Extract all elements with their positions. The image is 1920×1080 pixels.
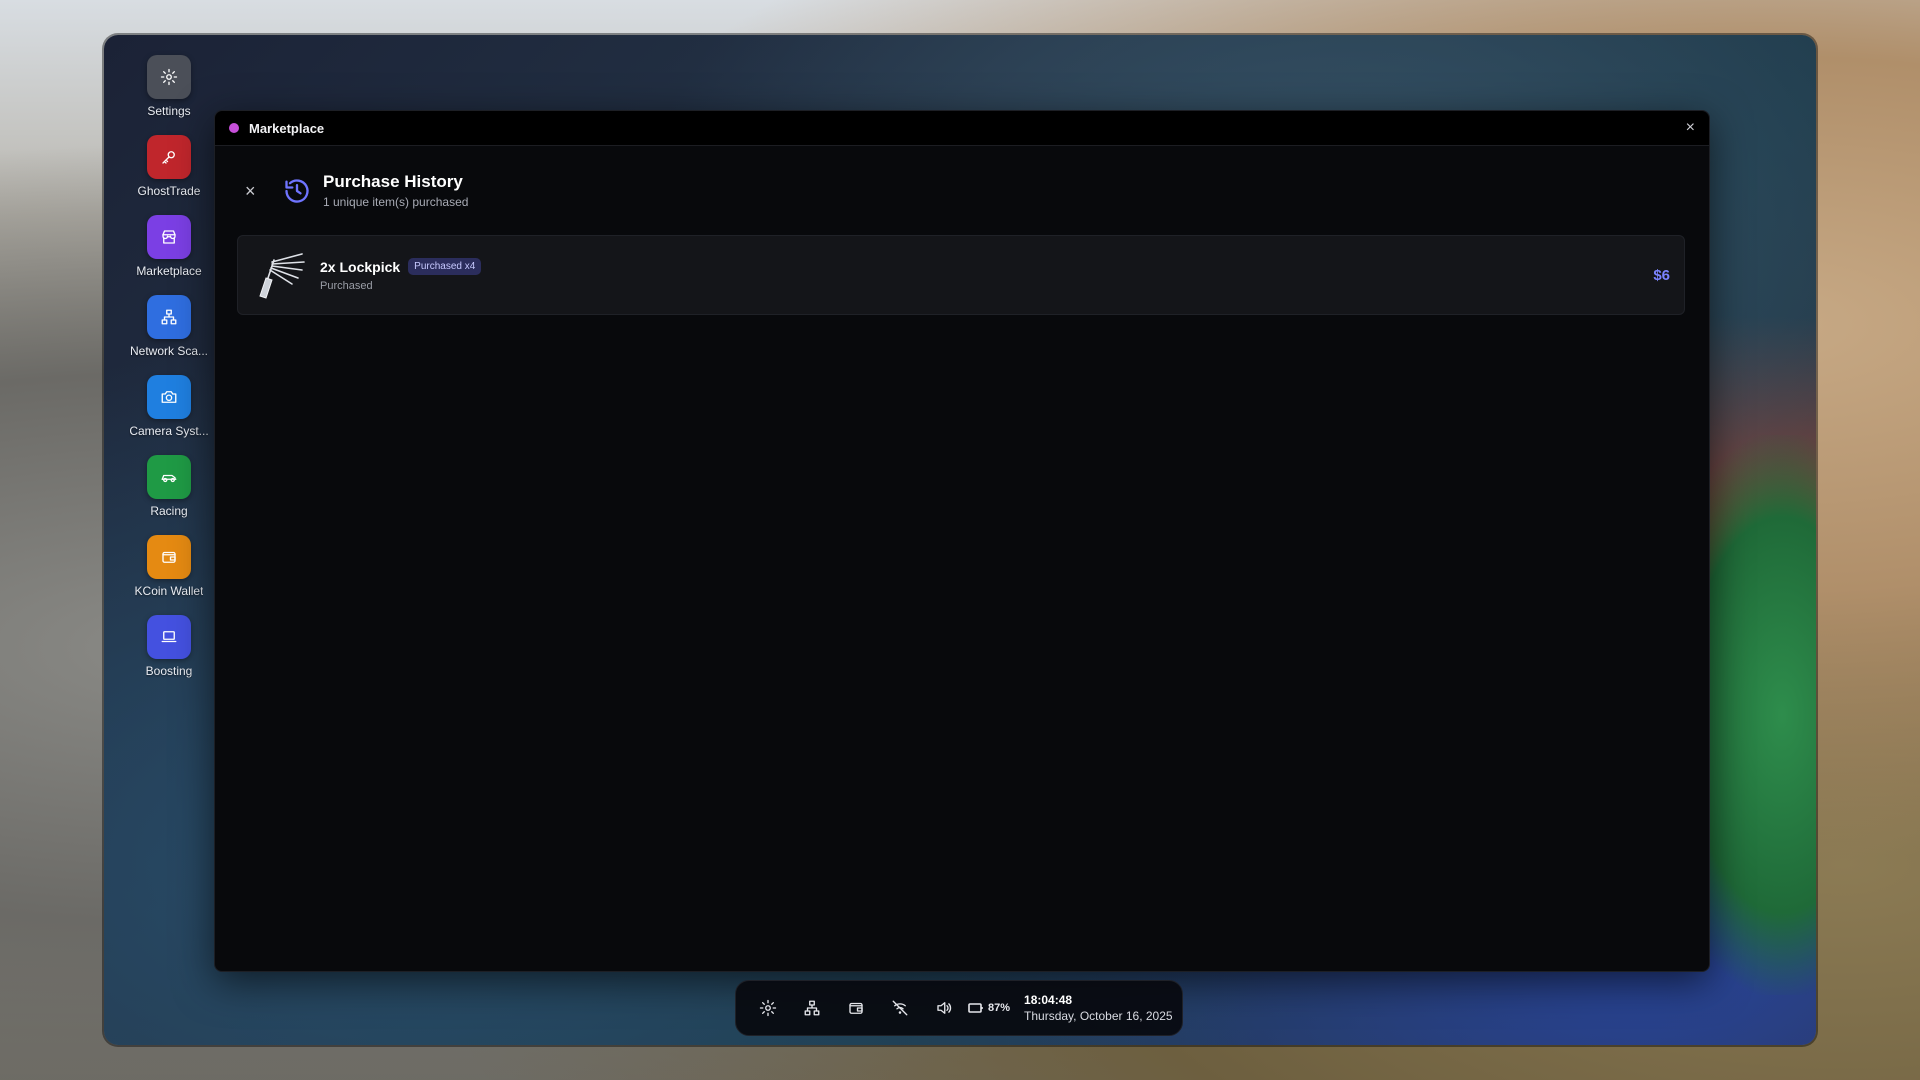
app-settings[interactable]: Settings: [114, 55, 224, 135]
item-price: $6: [1653, 266, 1670, 284]
wallet-icon[interactable]: [846, 998, 866, 1018]
laptop-icon: [147, 615, 191, 659]
battery-indicator: 87%: [968, 1002, 1010, 1014]
app-network-scanner[interactable]: Network Sca...: [114, 295, 224, 375]
wifi-off-icon[interactable]: [890, 998, 910, 1018]
app-kcoin-wallet[interactable]: KCoin Wallet: [114, 535, 224, 615]
app-label: Camera Syst...: [129, 424, 209, 438]
app-ghosttrade[interactable]: GhostTrade: [114, 135, 224, 215]
gear-icon: [147, 55, 191, 99]
window-close-button[interactable]: ×: [1686, 120, 1695, 136]
app-label: Marketplace: [136, 264, 202, 278]
volume-icon[interactable]: [934, 998, 954, 1018]
app-marketplace[interactable]: Marketplace: [114, 215, 224, 295]
taskbar: 87% 18:04:48 Thursday, October 16, 2025: [735, 980, 1183, 1036]
item-status: Purchased: [320, 280, 373, 292]
wallet-icon: [147, 535, 191, 579]
network-icon: [147, 295, 191, 339]
app-label: KCoin Wallet: [134, 584, 204, 598]
purchase-history-header: × Purchase History 1 unique item(s) purc…: [215, 146, 1709, 209]
app-label: GhostTrade: [137, 184, 201, 198]
history-icon: [283, 177, 311, 205]
window-titlebar: Marketplace ×: [215, 111, 1709, 146]
camera-icon: [147, 375, 191, 419]
clock: 18:04:48 Thursday, October 16, 2025: [1024, 993, 1173, 1023]
history-close-button[interactable]: ×: [245, 182, 265, 200]
network-icon[interactable]: [802, 998, 822, 1018]
gear-icon[interactable]: [758, 998, 778, 1018]
app-label: Settings: [147, 104, 191, 118]
app-boosting[interactable]: Boosting: [114, 615, 224, 695]
app-label: Boosting: [145, 664, 193, 678]
app-label: Racing: [150, 504, 188, 518]
purchase-item-card[interactable]: 2x Lockpick Purchased x4 Purchased $6: [237, 235, 1685, 315]
item-name: 2x Lockpick: [320, 258, 401, 275]
key-icon: [147, 135, 191, 179]
page-subtitle: 1 unique item(s) purchased: [323, 195, 469, 209]
lockpick-icon: [250, 248, 310, 302]
store-icon: [147, 215, 191, 259]
battery-icon: [968, 1003, 983, 1013]
page-title: Purchase History: [323, 172, 463, 191]
app-label: Network Sca...: [129, 344, 209, 358]
app-camera-system[interactable]: Camera Syst...: [114, 375, 224, 455]
window-title: Marketplace: [249, 120, 325, 136]
car-icon: [147, 455, 191, 499]
desktop: Settings GhostTrade Marketplace Network …: [104, 35, 1816, 1045]
app-racing[interactable]: Racing: [114, 455, 224, 535]
battery-percent: 87%: [988, 1002, 1011, 1014]
clock-date: Thursday, October 16, 2025: [1024, 1009, 1173, 1023]
window-status-dot: [229, 123, 239, 133]
purchase-count-badge: Purchased x4: [408, 258, 482, 275]
clock-time: 18:04:48: [1024, 993, 1073, 1007]
marketplace-window: Marketplace × × Purchase History 1 uniqu…: [214, 110, 1710, 972]
